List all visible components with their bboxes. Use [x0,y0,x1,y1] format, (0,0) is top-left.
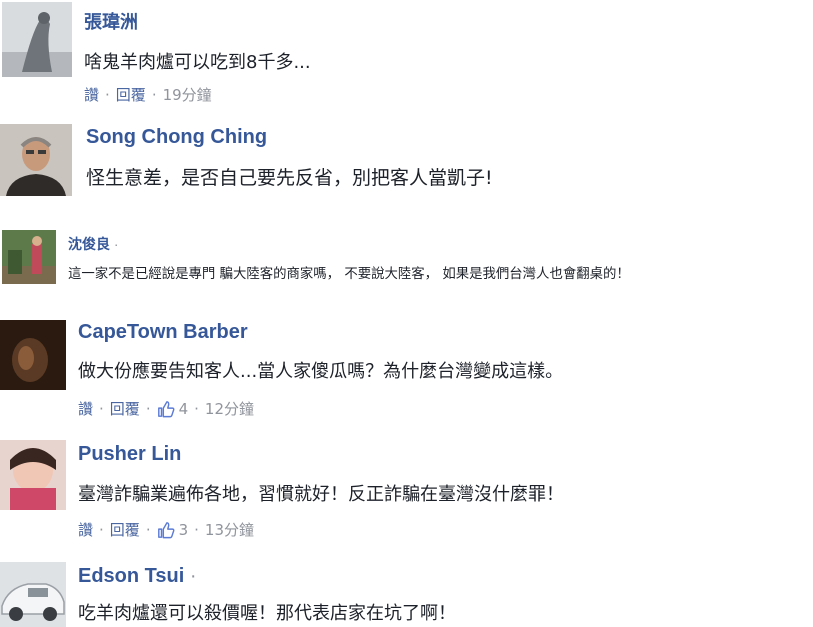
name-separator: · [189,565,197,587]
avatar[interactable] [2,2,72,77]
commenter-name[interactable]: Pusher Lin [78,443,181,466]
like-count-value: 4 [178,399,189,418]
avatar[interactable] [0,440,66,510]
commenter-name[interactable]: CapeTown Barber [78,321,248,344]
commenter-name[interactable]: 沈俊良 · [68,234,119,254]
comment-actions: 讚 · 回覆 · 3 · 13分鐘 [78,519,254,540]
commenter-name-text[interactable]: Edson Tsui [78,565,184,587]
commenter-name[interactable]: Edson Tsui · [78,565,197,588]
avatar[interactable] [2,230,56,284]
comment-timestamp[interactable]: 12分鐘 [205,398,254,419]
commenter-name-text[interactable]: 沈俊良 [68,236,110,252]
like-link[interactable]: 讚 [84,84,99,105]
thumbs-up-icon [157,400,175,417]
comment-text: 做大份應要告知客人...當人家傻瓜嗎？為什麼台灣變成這樣。 [78,361,564,382]
like-count[interactable]: 3 [157,520,189,539]
separator: · [145,520,151,539]
avatar[interactable] [0,320,66,390]
avatar[interactable] [0,562,66,627]
like-count-value: 3 [178,520,189,539]
comment-timestamp[interactable]: 19分鐘 [163,84,212,105]
name-separator: · [113,236,119,252]
comment-text: 啥鬼羊肉爐可以吃到8千多... [84,52,311,73]
reply-link[interactable]: 回覆 [110,398,140,419]
like-count[interactable]: 4 [157,399,189,418]
comment-actions: 讚 · 回覆 · 19分鐘 [84,84,212,105]
separator: · [145,399,151,418]
separator: · [99,520,104,539]
comment-text: 臺灣詐騙業遍佈各地，習慣就好！反正詐騙在臺灣沒什麼罪！ [78,484,564,505]
separator: · [194,520,199,539]
avatar[interactable] [0,124,72,196]
commenter-name[interactable]: 張瑋洲 [84,8,138,34]
like-link[interactable]: 讚 [78,519,93,540]
comment-timestamp[interactable]: 13分鐘 [205,519,254,540]
separator: · [99,399,104,418]
separator: · [194,399,199,418]
reply-link[interactable]: 回覆 [110,519,140,540]
thumbs-up-icon [157,521,175,538]
commenter-name[interactable]: Song Chong Ching [86,126,267,149]
comment-text: 這一家不是已經說是專門 騙大陸客的商家嗎， 不要說大陸客， 如果是我們台灣人也會… [68,267,630,282]
comment-text: 吃羊肉爐還可以殺價喔！那代表店家在坑了啊！ [78,603,456,624]
reply-link[interactable]: 回覆 [116,84,146,105]
like-link[interactable]: 讚 [78,398,93,419]
comment-actions: 讚 · 回覆 · 4 · 12分鐘 [78,398,254,419]
comment-text: 怪生意差，是否自己要先反省，別把客人當凱子! [86,167,493,189]
separator: · [105,85,110,104]
separator: · [151,85,157,104]
